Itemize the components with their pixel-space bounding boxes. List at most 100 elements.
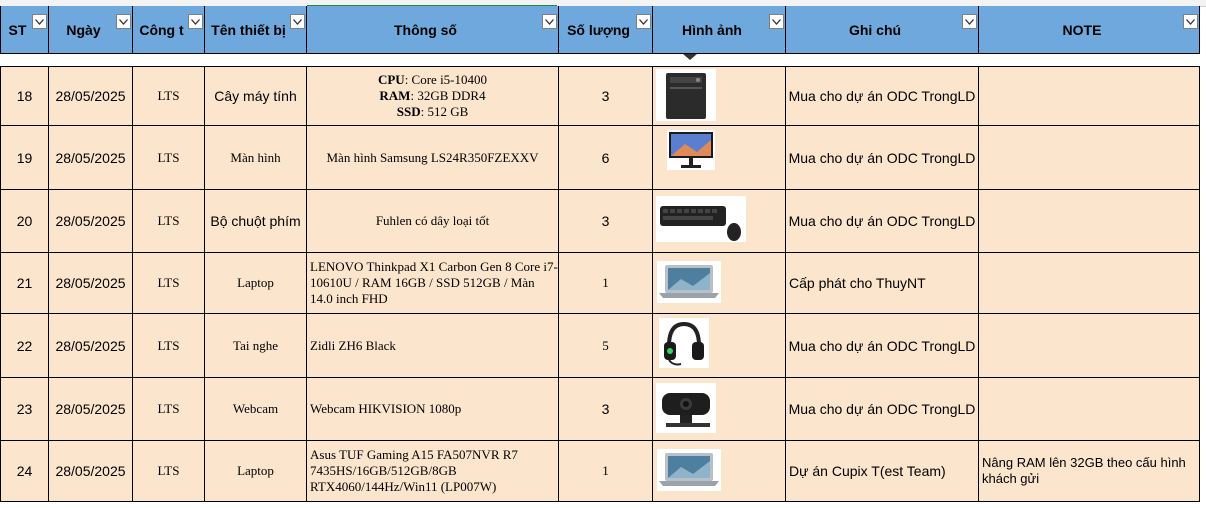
cell-stt[interactable]: 21 [0,253,49,314]
date-text: 28/05/2025 [55,275,126,291]
cell-ten-thiet-bi[interactable]: Laptop [205,253,307,314]
keyboard-mouse-image[interactable] [656,196,746,242]
headset-image[interactable] [659,318,709,368]
cell-stt[interactable]: 23 [0,378,49,441]
cell-ngay[interactable]: 28/05/2025 [49,314,133,378]
cell-ngay[interactable]: 28/05/2025 [49,66,133,126]
cell-ghi-chu[interactable]: Mua cho dự án ODC TrongLD [786,66,979,126]
cell-so-luong[interactable]: 1 [559,441,653,502]
device-name: Màn hình [230,149,281,165]
cell-cong-ty[interactable]: LTS [133,253,205,314]
cell-cong-ty[interactable]: LTS [133,126,205,190]
cell-hinh-anh[interactable] [653,190,786,253]
cell-note[interactable]: Nâng RAM lên 32GB theo cấu hình khách gử… [979,441,1200,502]
filter-dropdown-icon[interactable] [769,14,784,29]
cell-ten-thiet-bi[interactable]: Màn hình [205,126,307,190]
cell-cong-ty[interactable]: LTS [133,314,205,378]
cell-hinh-anh[interactable] [653,253,786,314]
filter-dropdown-icon[interactable] [116,14,131,29]
cell-thong-so[interactable]: Asus TUF Gaming A15 FA507NVR R7 7435HS/1… [307,441,559,502]
note-text: Mua cho dự án ODC TrongLD [788,213,976,229]
cell-ghi-chu[interactable]: Cấp phát cho ThuyNT [786,253,979,314]
cell-thong-so[interactable]: Zidli ZH6 Black [307,314,559,378]
header-hinh-anh[interactable]: Hình ảnh [653,6,786,54]
cell-ghi-chu[interactable]: Dự án Cupix T(est Team) [786,441,979,502]
cell-note[interactable] [979,314,1200,378]
cell-ten-thiet-bi[interactable]: Cây máy tính [205,66,307,126]
cell-cong-ty[interactable]: LTS [133,66,205,126]
spec-text: Webcam HIKVISION 1080p [310,401,462,416]
cell-ten-thiet-bi[interactable]: Bộ chuột phím [205,190,307,253]
cell-stt[interactable]: 24 [0,441,49,502]
cell-hinh-anh[interactable] [653,314,786,378]
device-name: Laptop [237,275,274,290]
cell-note[interactable] [979,126,1200,190]
header-thong-so[interactable]: Thông số [307,6,559,54]
spec-text: Fuhlen có dây loại tốt [375,213,490,228]
filter-dropdown-icon[interactable] [542,14,557,29]
cell-note[interactable] [979,66,1200,126]
cell-hinh-anh[interactable] [653,378,786,441]
cell-hinh-anh[interactable] [653,126,786,190]
cell-note[interactable] [979,253,1200,314]
cell-so-luong[interactable]: 6 [559,126,653,190]
cell-ngay[interactable]: 28/05/2025 [49,441,133,502]
row-number: 23 [16,401,33,417]
cell-so-luong[interactable]: 5 [559,314,653,378]
cell-so-luong[interactable]: 1 [559,253,653,314]
cell-stt[interactable]: 20 [0,190,49,253]
cell-ghi-chu[interactable]: Mua cho dự án ODC TrongLD [786,314,979,378]
filter-dropdown-icon[interactable] [188,14,203,29]
cell-stt[interactable]: 18 [0,66,49,126]
cell-so-luong[interactable]: 3 [559,66,653,126]
cell-ngay[interactable]: 28/05/2025 [49,190,133,253]
laptop-image[interactable] [657,261,721,303]
cell-thong-so[interactable]: Màn hình Samsung LS24R350FZEXXV [307,126,559,190]
cell-ghi-chu[interactable]: Mua cho dự án ODC TrongLD [786,378,979,441]
cell-thong-so[interactable]: Fuhlen có dây loại tốt [307,190,559,253]
date-text: 28/05/2025 [55,401,126,417]
cell-ngay[interactable]: 28/05/2025 [49,378,133,441]
filter-dropdown-icon[interactable] [290,14,305,29]
cell-thong-so[interactable]: LENOVO Thinkpad X1 Carbon Gen 8 Core i7-… [307,253,559,314]
spec-value: : 32GB DDR4 [410,88,486,103]
cell-note[interactable] [979,378,1200,441]
cell-ghi-chu[interactable]: Mua cho dự án ODC TrongLD [786,190,979,253]
row-number: 20 [16,213,33,229]
cell-so-luong[interactable]: 3 [559,190,653,253]
cell-ten-thiet-bi[interactable]: Laptop [205,441,307,502]
device-name: Cây máy tính [214,88,297,104]
cell-cong-ty[interactable]: LTS [133,190,205,253]
cell-hinh-anh[interactable] [653,66,786,126]
date-text: 28/05/2025 [55,149,126,166]
filter-dropdown-icon[interactable] [636,14,651,29]
header-note[interactable]: NOTE [979,6,1200,54]
date-text: 28/05/2025 [55,463,126,479]
cell-so-luong[interactable]: 3 [559,378,653,441]
webcam-image[interactable] [656,383,716,433]
filter-dropdown-icon[interactable] [962,14,977,29]
header-ghi-chu[interactable]: Ghi chú [786,6,979,54]
filter-dropdown-icon[interactable] [32,14,47,29]
cell-hinh-anh[interactable] [653,441,786,502]
cell-cong-ty[interactable]: LTS [133,441,205,502]
cell-ten-thiet-bi[interactable]: Tai nghe [205,314,307,378]
cell-ten-thiet-bi[interactable]: Webcam [205,378,307,441]
cell-thong-so[interactable]: Webcam HIKVISION 1080p [307,378,559,441]
cell-stt[interactable]: 22 [0,314,49,378]
company-text: LTS [157,88,180,103]
cell-cong-ty[interactable]: LTS [133,378,205,441]
cell-ngay[interactable]: 28/05/2025 [49,126,133,190]
cell-stt[interactable]: 19 [0,126,49,190]
monitor-image[interactable] [667,130,715,170]
pc-tower-image[interactable] [656,69,716,121]
note-text: Cấp phát cho ThuyNT [789,275,926,291]
cell-ghi-chu[interactable]: Mua cho dự án ODC TrongLD [786,126,979,190]
note-text: Mua cho dự án ODC TrongLD [788,88,976,104]
cell-note[interactable] [979,190,1200,253]
header-label: Ghi chú [848,21,902,38]
cell-thong-so[interactable]: CPU: Core i5-10400 RAM: 32GB DDR4 SSD: 512… [307,66,559,126]
laptop-image[interactable] [657,449,721,491]
filter-dropdown-icon[interactable] [1183,14,1198,29]
cell-ngay[interactable]: 28/05/2025 [49,253,133,314]
